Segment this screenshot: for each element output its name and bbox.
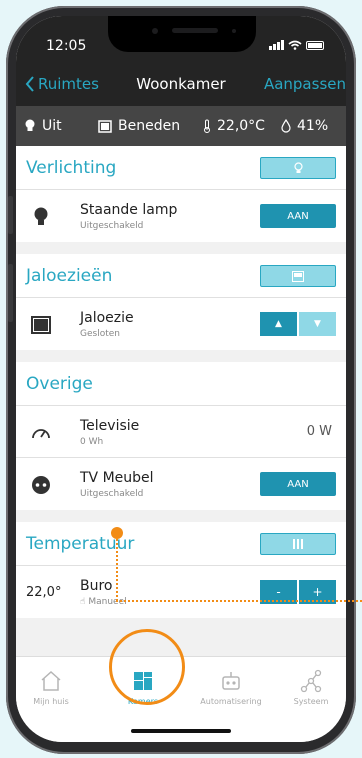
tab-systeem[interactable]: Systeem bbox=[276, 669, 346, 706]
device-name: TV Meubel bbox=[80, 470, 154, 486]
info-temperature-value: 22,0°C bbox=[217, 118, 265, 134]
screen: 12:05 Ruimtes Woonkamer Aanpassen Uit Be… bbox=[16, 16, 346, 742]
device-status: 0 Wh bbox=[80, 437, 104, 447]
edit-button[interactable]: Aanpassen bbox=[264, 75, 346, 93]
device-row[interactable]: Jaloezie Gesloten ▲ ▼ bbox=[16, 298, 346, 350]
device-row[interactable]: Staande lamp Uitgeschakeld AAN bbox=[16, 190, 346, 242]
bulb-icon bbox=[293, 162, 303, 173]
section-lighting: Verlichting Staande lamp Uitgeschakeld A… bbox=[16, 146, 346, 242]
camera-icon bbox=[152, 28, 158, 34]
system-icons bbox=[269, 40, 324, 50]
tab-label: Systeem bbox=[293, 697, 329, 706]
droplet-icon bbox=[281, 119, 291, 133]
section-temperature: Temperatuur 22,0° Buro ☝ Manueel - + bbox=[16, 522, 346, 618]
device-mode: ☝ Manueel bbox=[80, 597, 127, 607]
info-temperature: 22,0°C bbox=[203, 118, 265, 134]
side-button bbox=[8, 264, 13, 322]
annotation-dot bbox=[111, 527, 123, 539]
section-header: Temperatuur bbox=[16, 522, 346, 566]
status-bar: 12:05 bbox=[16, 16, 346, 66]
blinds-down-button[interactable]: ▼ bbox=[299, 312, 336, 336]
plug-on-button[interactable]: AAN bbox=[260, 472, 336, 496]
info-humidity: 41% bbox=[281, 118, 328, 134]
device-name: Buro bbox=[80, 578, 113, 594]
section-blinds: Jaloezieën Jaloezie Gesloten ▲ ▼ bbox=[16, 254, 346, 350]
signal-icon bbox=[269, 40, 284, 50]
blinds-up-button[interactable]: ▲ bbox=[260, 312, 297, 336]
radiator-icon bbox=[293, 539, 303, 549]
blinds-icon bbox=[30, 314, 52, 336]
thermometer-icon bbox=[204, 119, 210, 133]
annotation-line-horizontal bbox=[116, 600, 362, 602]
plug-icon bbox=[30, 474, 52, 496]
notch bbox=[108, 16, 256, 52]
section-header: Overige bbox=[16, 362, 346, 406]
tab-mijn-huis[interactable]: Mijn huis bbox=[16, 669, 86, 706]
blinds-toggle-button[interactable] bbox=[260, 265, 336, 287]
house-icon bbox=[41, 670, 61, 691]
device-row[interactable]: TV Meubel Uitgeschakeld AAN bbox=[16, 458, 346, 510]
wifi-icon bbox=[288, 40, 302, 50]
device-status: Uitgeschakeld bbox=[80, 489, 144, 499]
annotation-line-vertical bbox=[116, 539, 118, 601]
battery-icon bbox=[306, 40, 324, 50]
blinds-icon bbox=[292, 270, 304, 282]
blinds-controls: ▲ ▼ bbox=[260, 312, 336, 336]
info-floor-value: Beneden bbox=[118, 118, 181, 134]
section-title: Verlichting bbox=[26, 158, 117, 178]
temperature-toggle-button[interactable] bbox=[260, 533, 336, 555]
device-row[interactable]: Televisie 0 Wh 0 W bbox=[16, 406, 346, 458]
gauge-icon bbox=[30, 422, 52, 444]
section-other: Overige Televisie 0 Wh 0 W TV Meubel Uit… bbox=[16, 362, 346, 510]
temperature-value: 22,0° bbox=[26, 585, 62, 600]
room-info-bar: Uit Beneden 22,0°C 41% bbox=[16, 106, 346, 146]
speaker-icon bbox=[172, 28, 218, 33]
network-icon bbox=[300, 669, 322, 693]
section-title: Overige bbox=[26, 374, 93, 394]
info-light-value: Uit bbox=[42, 118, 62, 134]
robot-icon bbox=[222, 672, 240, 690]
sensor-icon bbox=[232, 29, 236, 33]
info-light: Uit bbox=[24, 118, 62, 134]
section-title: Jaloezieën bbox=[26, 266, 113, 286]
tab-label: Automatisering bbox=[200, 697, 262, 706]
highlight-circle bbox=[109, 629, 185, 705]
section-header: Jaloezieën bbox=[16, 254, 346, 298]
home-indicator bbox=[131, 729, 231, 733]
section-header: Verlichting bbox=[16, 146, 346, 190]
device-name: Staande lamp bbox=[80, 202, 178, 218]
nav-bar: Ruimtes Woonkamer Aanpassen bbox=[16, 66, 346, 106]
device-status: Gesloten bbox=[80, 329, 120, 339]
info-humidity-value: 41% bbox=[297, 118, 329, 134]
tab-automatisering[interactable]: Automatisering bbox=[196, 669, 266, 706]
status-time: 12:05 bbox=[46, 38, 87, 54]
floor-icon bbox=[98, 119, 112, 133]
lighting-toggle-button[interactable] bbox=[260, 157, 336, 179]
bulb-icon bbox=[25, 119, 35, 131]
lamp-icon bbox=[30, 206, 52, 228]
lamp-on-button[interactable]: AAN bbox=[260, 204, 336, 228]
device-row[interactable]: 22,0° Buro ☝ Manueel - + bbox=[16, 566, 346, 618]
power-value: 0 W bbox=[306, 424, 332, 439]
device-status: Uitgeschakeld bbox=[80, 221, 144, 231]
device-name: Jaloezie bbox=[80, 310, 134, 326]
device-name: Televisie bbox=[80, 418, 140, 434]
room-content: Verlichting Staande lamp Uitgeschakeld A… bbox=[16, 146, 346, 656]
info-floor: Beneden bbox=[98, 118, 180, 134]
side-button bbox=[8, 196, 13, 234]
mode-label: Manueel bbox=[88, 597, 127, 607]
tab-label: Mijn huis bbox=[33, 697, 69, 706]
